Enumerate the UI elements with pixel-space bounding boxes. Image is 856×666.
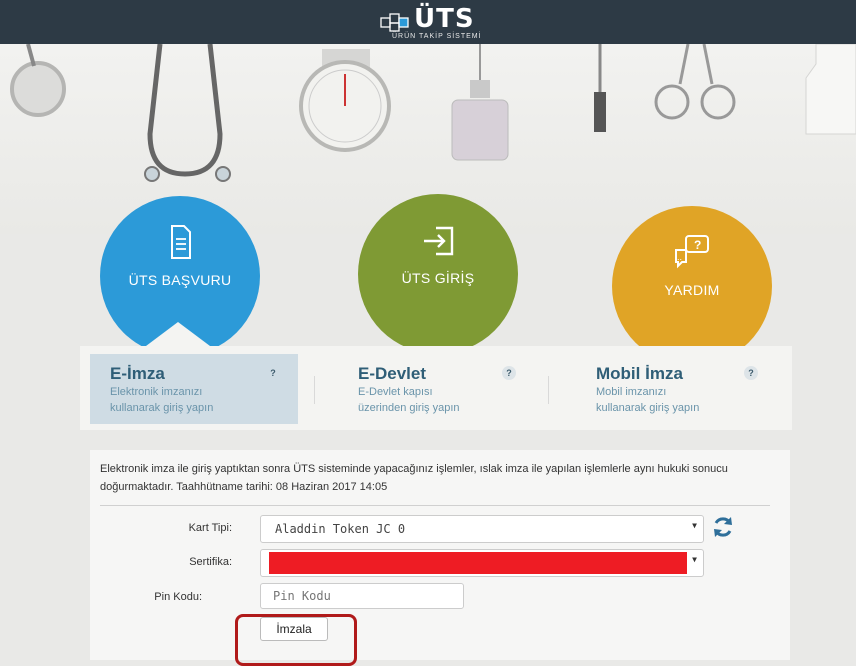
tab-e-imza[interactable]: E-İmza ? Elektronik imzanızı kullanarak … [90,354,298,424]
yardim-button[interactable]: ? .. YARDIM [612,206,772,366]
tab-description: E-Devlet kapısı [358,386,433,398]
tab-title: E-Devlet [358,364,427,383]
help-icon[interactable]: ? [266,366,280,380]
chat-help-icon: ? .. [675,235,709,269]
chevron-down-icon: ▼ [692,555,697,564]
svg-text:?: ? [694,238,701,252]
refresh-icon[interactable] [710,514,736,540]
tab-description: kullanarak giriş yapın [596,402,700,414]
legal-info-text: Elektronik imza ile giriş yaptıktan sonr… [100,463,728,493]
e-imza-login-form: Elektronik imza ile giriş yaptıktan sonr… [90,450,790,660]
tab-e-devlet[interactable]: E-Devlet ? E-Devlet kapısı üzerinden gir… [338,354,538,424]
login-icon [424,226,454,256]
certificate-select[interactable]: ▼ [260,549,704,577]
card-type-label: Kart Tipi: [188,522,232,534]
card-type-select[interactable]: Aladdin Token JC 0 ▼ [260,515,704,543]
tab-description: üzerinden giriş yapın [358,402,460,414]
tab-divider [548,376,549,404]
yardim-label: YARDIM [664,282,720,298]
tab-description: Elektronik imzanızı [110,386,203,398]
logo-subtitle: ÜRÜN TAKİP SİSTEMİ [392,33,482,40]
help-icon[interactable]: ? [744,366,758,380]
tab-description: Mobil imzanızı [596,386,667,398]
chevron-down-icon: ▼ [692,521,697,530]
tab-description: kullanarak giriş yapın [110,402,214,414]
pin-input[interactable] [260,583,464,609]
tab-divider [314,376,315,404]
tab-title: Mobil İmza [596,364,683,383]
annotation-highlight-box [235,614,357,666]
login-method-tabs: E-İmza ? Elektronik imzanızı kullanarak … [80,346,792,430]
svg-text:..: .. [677,252,682,262]
help-icon[interactable]: ? [502,366,516,380]
top-bar: ÜTS ÜRÜN TAKİP SİSTEMİ [0,0,856,44]
uts-basvuru-label: ÜTS BAŞVURU [128,272,232,288]
certificate-label: Sertifika: [189,556,232,568]
tab-title: E-İmza [110,364,165,383]
selection-pointer [146,322,210,346]
pin-label: Pin Kodu: [154,591,202,603]
logo-title: ÜTS [414,4,475,34]
redacted-certificate [269,552,687,574]
card-type-value: Aladdin Token JC 0 [275,522,406,536]
boxes-logo-icon [380,13,409,32]
document-icon [171,225,191,259]
tab-mobil-imza[interactable]: Mobil İmza ? Mobil imzanızı kullanarak g… [576,354,776,424]
uts-giris-label: ÜTS GİRİŞ [401,270,475,286]
uts-logo[interactable]: ÜTS ÜRÜN TAKİP SİSTEMİ [378,4,488,42]
uts-giris-button[interactable]: ÜTS GİRİŞ [358,194,518,354]
divider [100,505,770,506]
